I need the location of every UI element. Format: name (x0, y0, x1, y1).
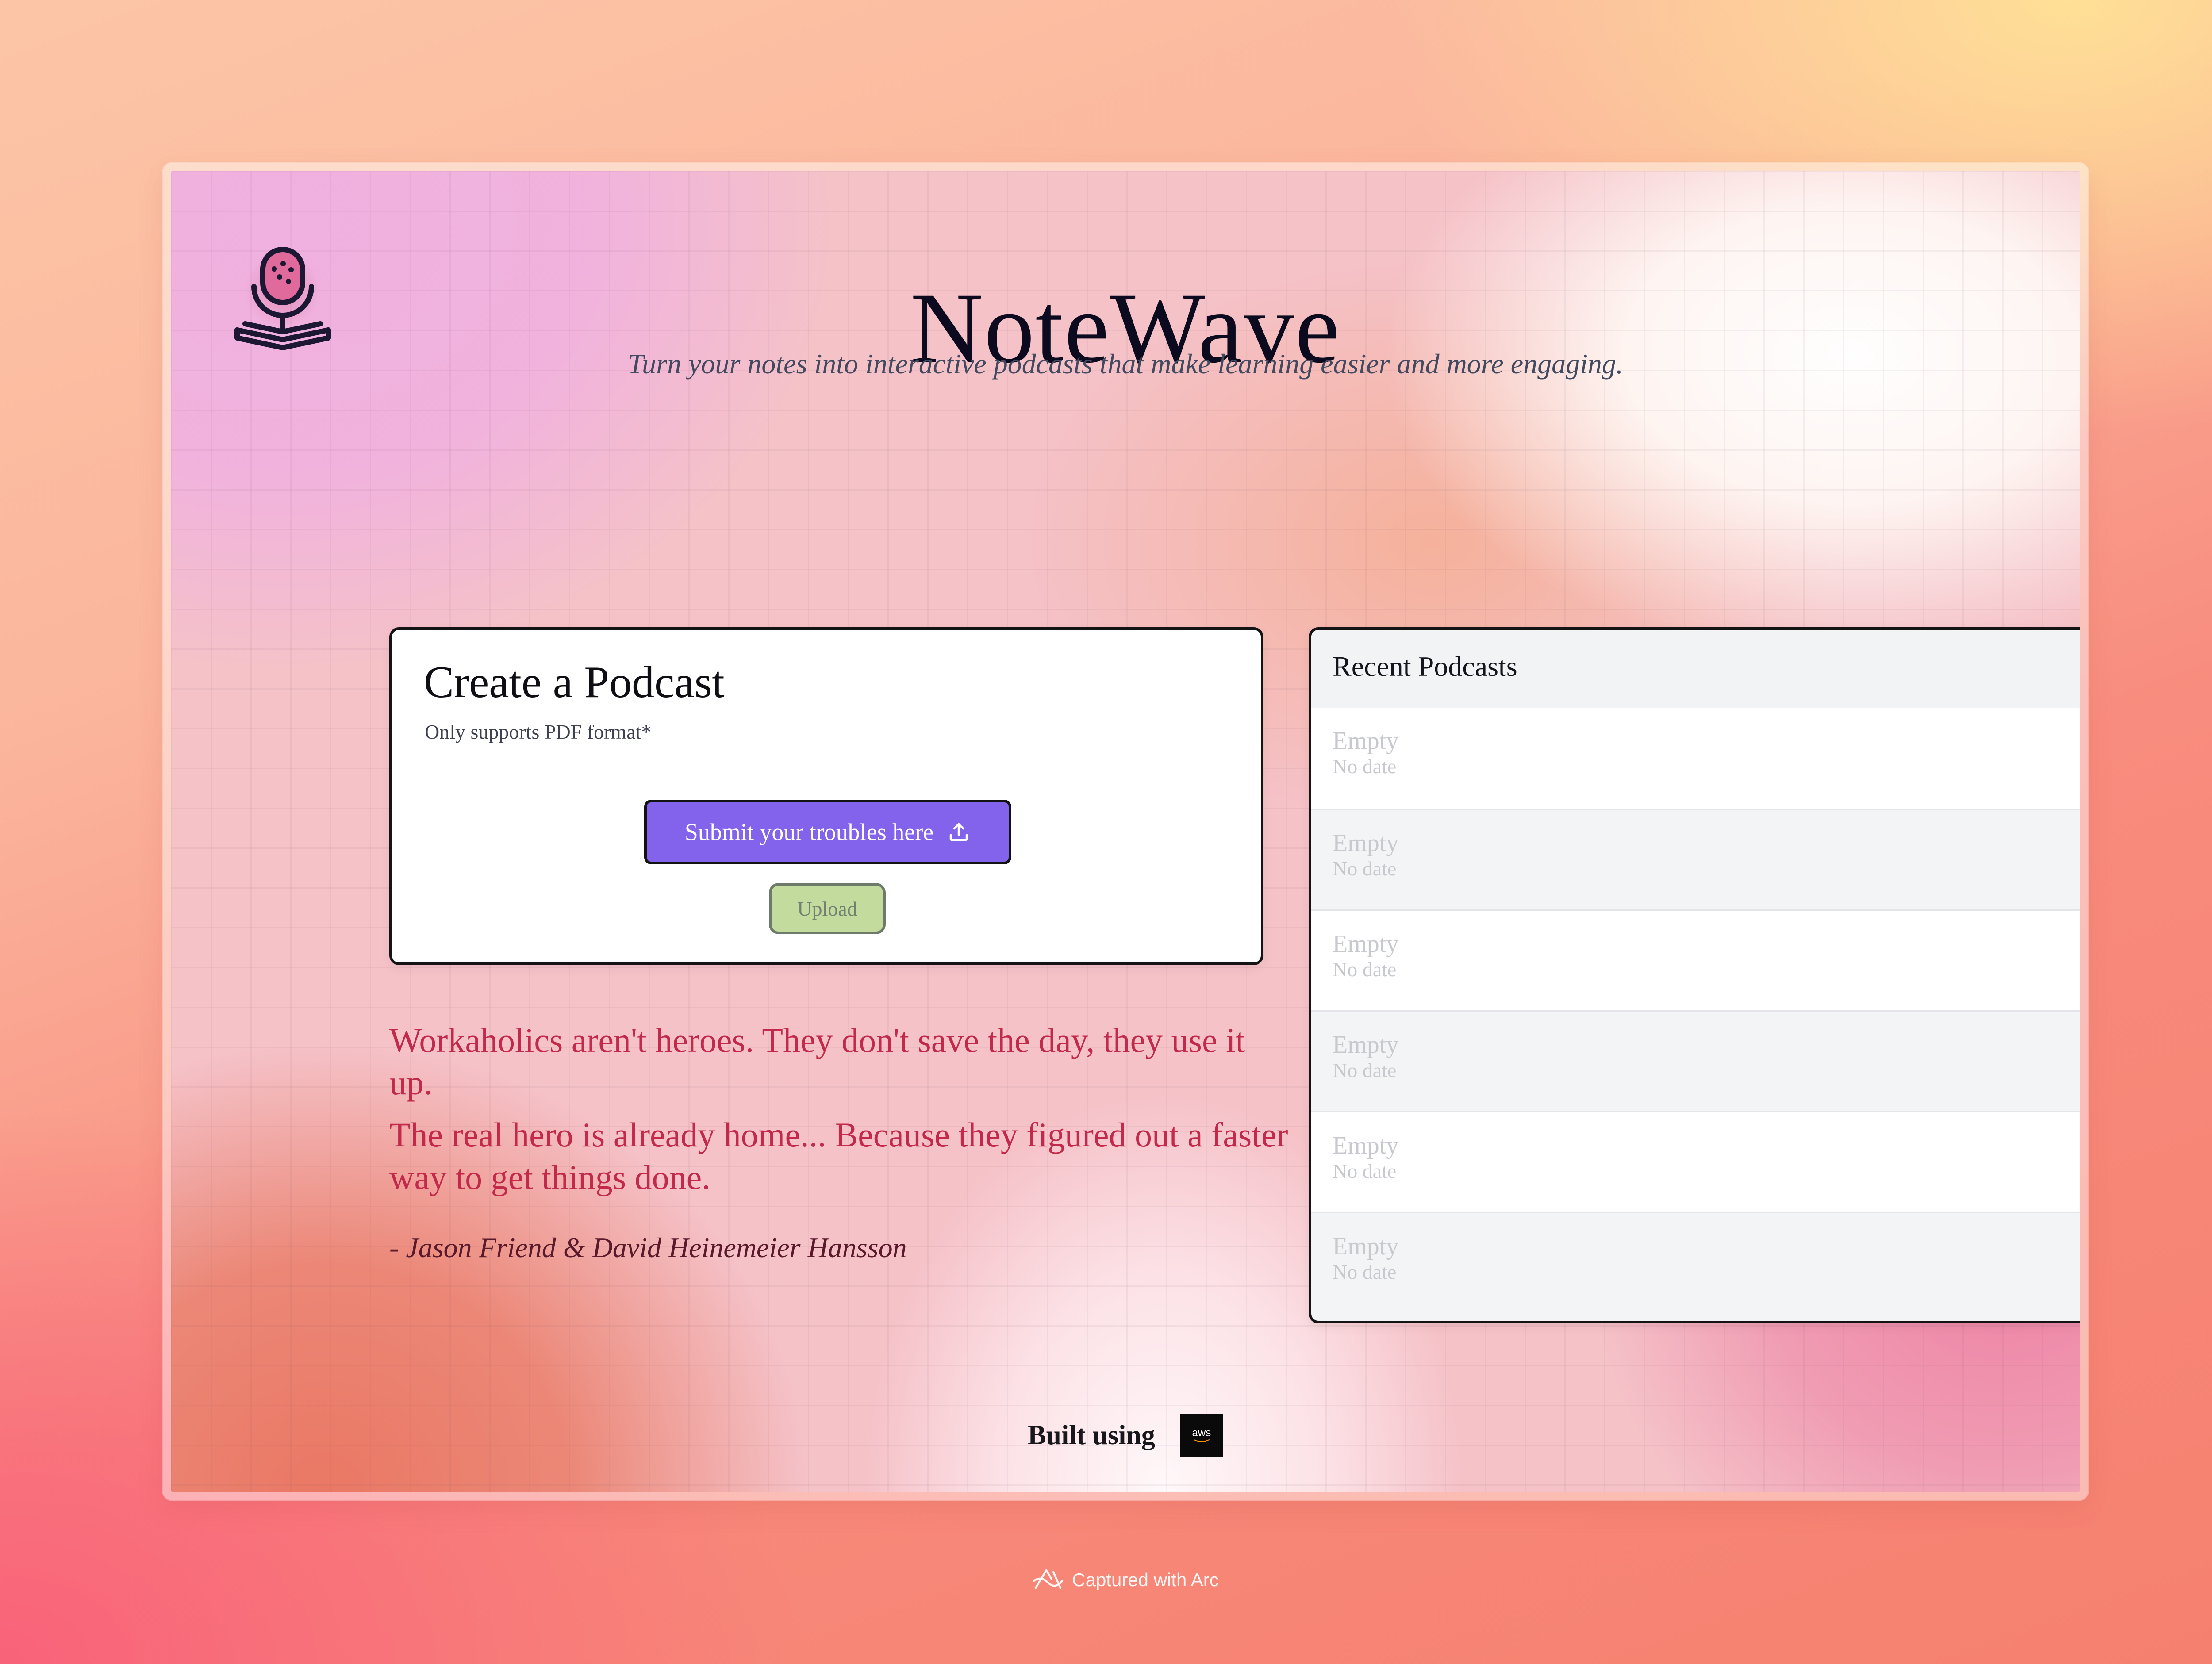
aws-logo-icon[interactable]: aws (1179, 1414, 1223, 1457)
page-viewport: NoteWave Turn your notes into interactiv… (171, 171, 2080, 1492)
podcast-date: No date (1333, 1160, 1397, 1182)
podcast-date: No date (1333, 1261, 1397, 1283)
quote-line: Workaholics aren't heroes. They don't sa… (389, 1021, 1245, 1102)
arc-capture-text: Captured with Arc (1072, 1569, 1219, 1590)
podcast-date: No date (1333, 857, 1397, 880)
podcast-date: No date (1333, 755, 1397, 778)
recent-podcasts-title: Recent Podcasts (1311, 630, 2080, 708)
built-using-label: Built using (1028, 1420, 1155, 1450)
recent-podcast-item[interactable]: Empty No date (1311, 1111, 2080, 1212)
arc-logo-icon (1033, 1569, 1064, 1589)
built-using-footer: Built using aws (171, 1414, 2080, 1457)
recent-podcast-item[interactable]: Empty No date (1311, 1212, 2080, 1313)
create-podcast-card: Create a Podcast Only supports PDF forma… (389, 627, 1263, 965)
podcast-title: Empty (1333, 930, 1399, 958)
podcast-title: Empty (1333, 1132, 1399, 1159)
recent-podcasts-card: Recent Podcasts Empty No date Empty No d… (1309, 627, 2080, 1323)
recent-podcast-item[interactable]: Empty No date (1311, 909, 2080, 1010)
quote-line: The real hero is already home... Because… (389, 1116, 1288, 1196)
upload-button[interactable]: Upload (769, 883, 886, 934)
podcast-title: Empty (1333, 1031, 1399, 1058)
quote: Workaholics aren't heroes. They don't sa… (389, 1019, 1296, 1208)
submit-button-label: Submit your troubles here (684, 819, 934, 845)
recent-podcast-item[interactable]: Empty No date (1311, 708, 2080, 809)
podcast-title: Empty (1333, 829, 1399, 857)
quote-author: - Jason Friend & David Heinemeier Hansso… (389, 1232, 907, 1263)
app-tagline: Turn your notes into interactive podcast… (628, 348, 1623, 380)
podcast-title: Empty (1333, 1233, 1399, 1260)
arc-capture-caption: Captured with Arc (0, 1567, 2212, 1593)
upload-icon (949, 823, 968, 841)
recent-podcasts-list: Empty No date Empty No date Empty No dat… (1311, 708, 2080, 1313)
browser-window: NoteWave Turn your notes into interactiv… (163, 163, 2088, 1500)
recent-podcast-item[interactable]: Empty No date (1311, 809, 2080, 909)
format-note: Only supports PDF format* (425, 721, 652, 743)
recent-podcast-item[interactable]: Empty No date (1311, 1010, 2080, 1111)
create-podcast-title: Create a Podcast (424, 657, 725, 707)
podcast-title: Empty (1333, 727, 1399, 755)
submit-file-button[interactable]: Submit your troubles here (644, 800, 1011, 864)
podcast-date: No date (1333, 958, 1397, 981)
aws-logo-text: aws (1192, 1427, 1211, 1439)
podcast-date: No date (1333, 1059, 1397, 1081)
